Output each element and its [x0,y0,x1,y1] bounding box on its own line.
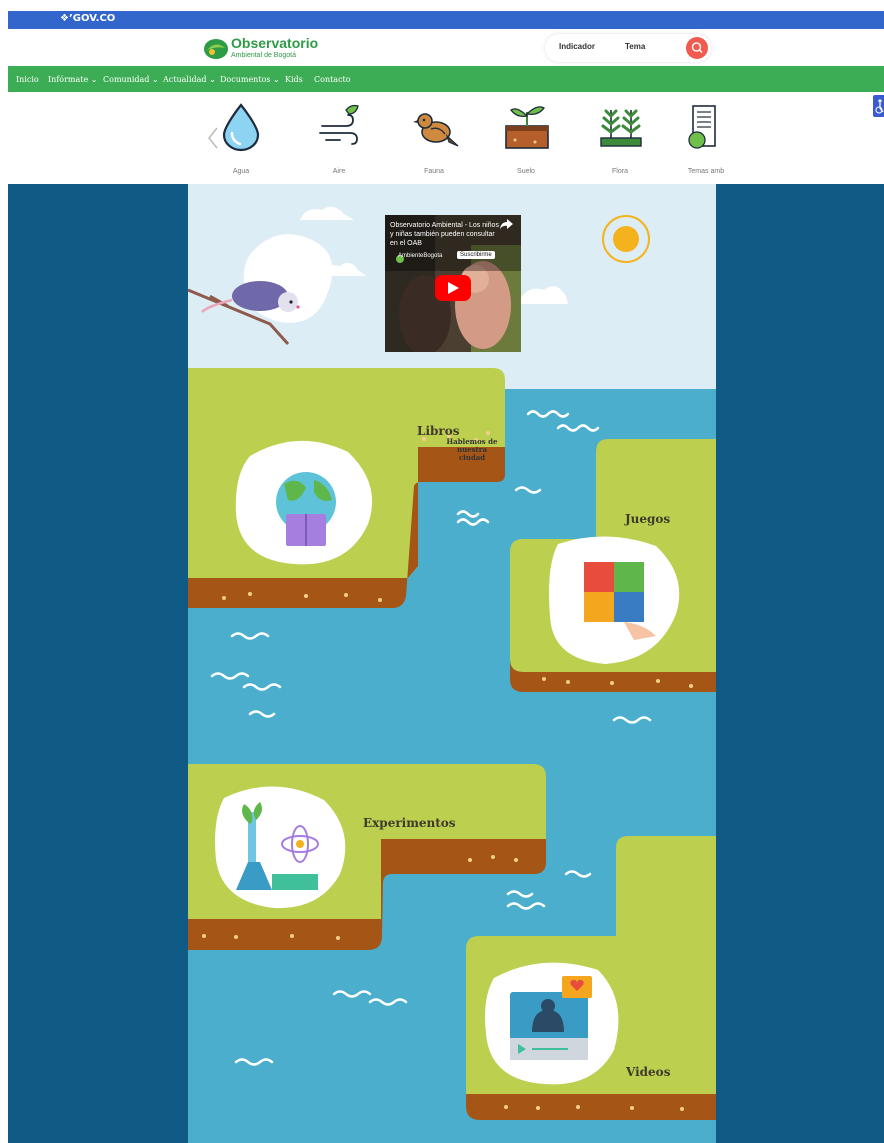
site-logo[interactable]: Observatorio Ambiental de Bogotá [203,35,318,61]
category-label: Aire [332,168,346,175]
nav-item-kids[interactable]: Kids [285,75,303,84]
category-temas-ambientales[interactable]: Temas amb [671,96,741,184]
chevron-down-icon: ⌄ [90,75,98,84]
category-carousel: Agua Aire Fauna Suelo Flora Temas amb [8,92,884,184]
bird-icon [413,113,459,147]
subscribe-button[interactable]: Suscribirme [457,251,495,259]
search-icon [691,42,703,53]
nav-item-comunidad-label: Comunidad [103,75,150,84]
nav-item-documentos-label: Documentos [220,75,271,84]
nav-item-actualidad[interactable]: Actualidad ⌄ [163,75,216,84]
category-flora[interactable]: Flora [585,96,655,184]
gov-bar: ❖’GOV.CO [8,11,884,29]
section-videos-link[interactable]: Videos [626,1065,670,1079]
chevron-down-icon: ⌄ [273,75,280,84]
category-fauna[interactable]: Fauna [399,96,469,184]
gov-co-link[interactable]: ❖’GOV.CO [60,13,115,24]
search-button[interactable] [686,37,708,59]
section-games-link[interactable]: Juegos [625,512,670,526]
video-channel[interactable]: AmbienteBogota [398,253,442,259]
indicator-select[interactable]: Indicador [559,42,595,51]
nav-item-informate[interactable]: Infórmate ⌄ [48,75,97,84]
gov-co-label: GOV.CO [72,13,116,24]
youtube-video-embed[interactable]: Observatorio Ambiental - Los niños y niñ… [385,215,521,352]
search-bar: Indicador Tema [545,34,711,62]
nav-item-informate-label: Infórmate [48,75,89,84]
plants-icon [600,109,642,147]
nav-item-contacto[interactable]: Contacto [314,75,351,84]
nav-item-comunidad[interactable]: Comunidad ⌄ [103,75,159,84]
logo-icon [204,39,228,59]
section-experiments-link[interactable]: Experimentos [363,816,456,830]
site-header: Observatorio Ambiental de Bogotá Indicad… [8,29,884,66]
category-aire[interactable]: Aire [304,96,374,184]
nav-item-documentos[interactable]: Documentos ⌄ [220,75,280,84]
logo-subtitle: Ambiental de Bogotá [231,52,296,59]
speech-bubble-text: Hablemos de nuestra ciudad [446,437,498,462]
nav-item-actualidad-label: Actualidad [163,75,207,84]
category-label: Temas amb [687,168,725,175]
nav-item-inicio[interactable]: Inicio [16,75,39,84]
category-label: Fauna [424,168,444,175]
chevron-down-icon: ⌄ [209,75,216,84]
theme-select[interactable]: Tema [625,42,645,51]
video-title: Observatorio Ambiental - Los niños y niñ… [390,222,499,247]
category-label: Agua [232,168,250,175]
chevron-down-icon: ⌄ [151,75,159,84]
section-books-link[interactable]: Libros [417,424,459,438]
water-drop-icon [222,103,260,152]
category-label: Suelo [517,168,535,175]
main-nav: Inicio Infórmate ⌄ Comunidad ⌄ Actualida… [8,66,884,92]
category-suelo[interactable]: Suelo [491,96,561,184]
wind-icon [319,104,359,145]
category-label: Flora [612,168,628,175]
accessibility-icon [875,99,884,114]
category-agua[interactable]: Agua [206,96,276,184]
soil-sprout-icon [505,106,549,149]
logo-title: Observatorio [231,35,319,51]
document-leaf-icon [688,105,716,149]
accessibility-button[interactable] [873,95,884,117]
